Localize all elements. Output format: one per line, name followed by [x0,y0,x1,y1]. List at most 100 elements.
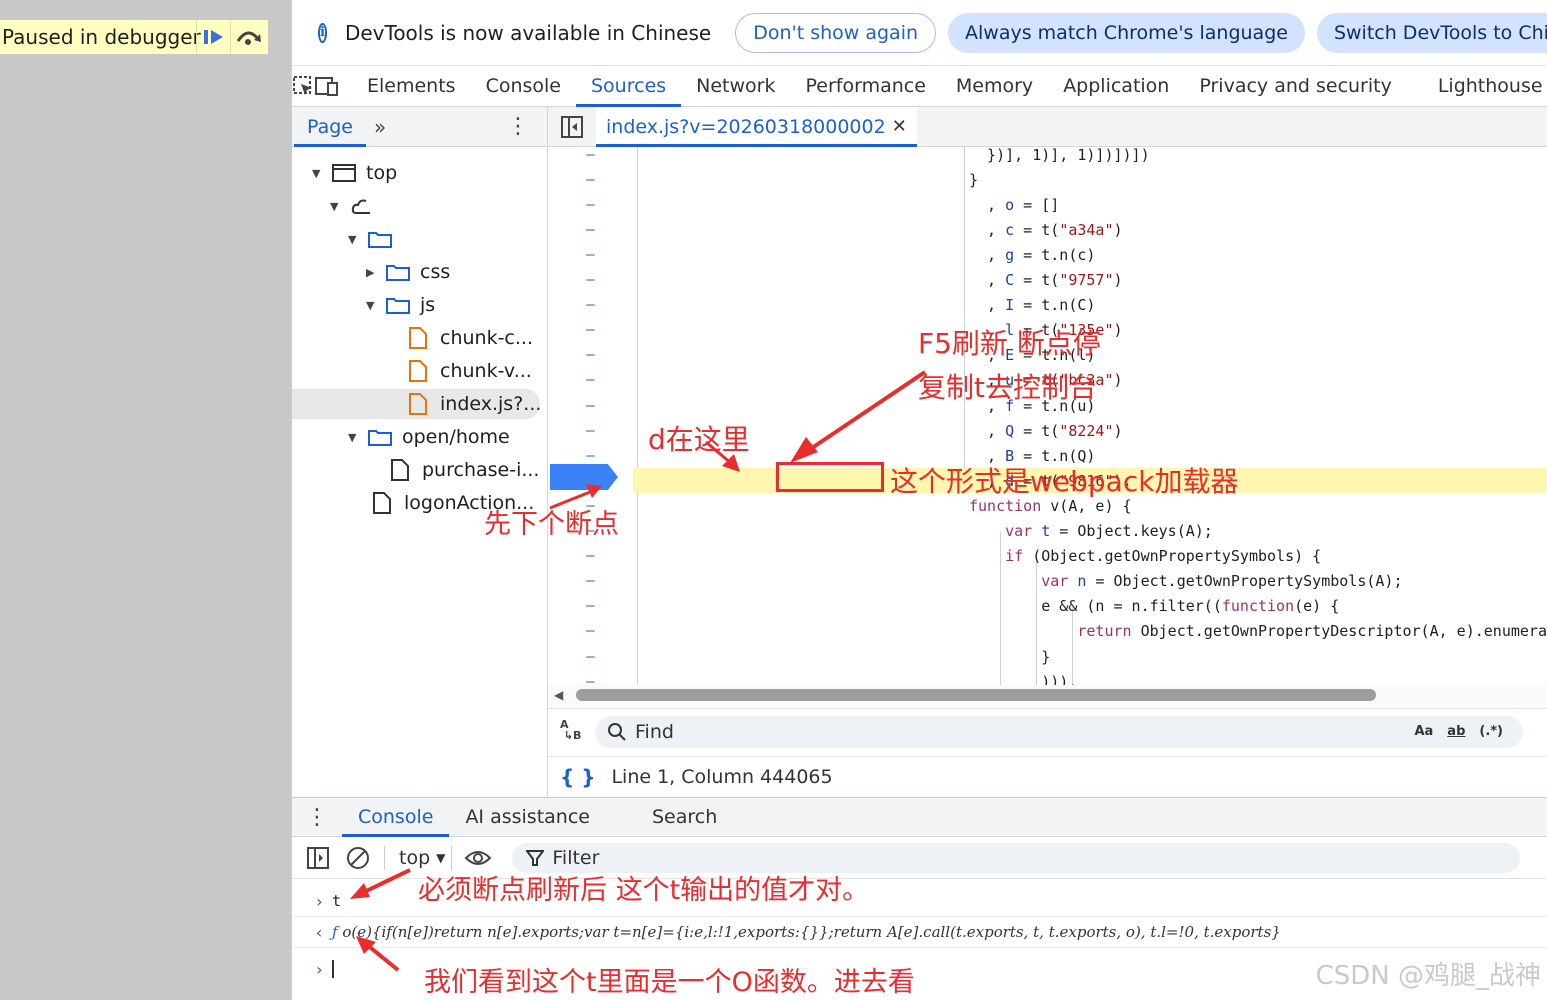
collapse-triangle-icon: ▶ [366,265,375,279]
clear-console-button[interactable] [338,846,378,870]
code-line[interactable]: – , I = t.n(C) [548,293,1547,318]
drawer-tab-search[interactable]: Search [636,797,733,837]
drawer-menu-icon[interactable]: ⋮ [292,805,342,830]
code-line[interactable]: – e && (n = n.filter((function(e) { [548,594,1547,619]
editor-file-tab[interactable]: index.js?v=20260318000002 ✕ [596,106,917,147]
code-line[interactable]: – var t = Object.keys(A); [548,519,1547,544]
tab-lighthouse[interactable]: Lighthouse [1423,66,1547,107]
match-case-button[interactable]: Aa [1414,724,1433,739]
editor-status-bar: { } Line 1, Column 444065 [548,756,1547,796]
line-gutter[interactable]: – [548,272,633,288]
code-text: var n = Object.getOwnPropertySymbols(A); [1041,572,1403,591]
line-gutter[interactable]: – [548,322,633,338]
tab-application[interactable]: Application [1048,66,1184,107]
line-gutter[interactable]: – [548,147,633,163]
file-tab-label: index.js?v=20260318000002 [606,115,886,138]
toggle-navigator-button[interactable] [548,115,596,138]
regex-button[interactable]: (.*) [1479,724,1503,739]
tree-item-folder[interactable]: ▼ [348,224,402,254]
context-value: top [399,846,431,869]
watermark: CSDN @鸡腿_战神 [1315,961,1541,991]
line-gutter[interactable]: – [548,448,633,464]
line-gutter[interactable]: – [548,674,633,685]
tree-item-purchase[interactable]: purchase-i... [388,455,539,485]
pretty-print-icon[interactable]: { } [560,765,595,789]
tree-item-chunk-c[interactable]: chunk-c... [406,323,533,353]
drawer-tab-ai-assistance[interactable]: AI assistance [449,797,606,837]
code-line[interactable]: – } [548,644,1547,669]
folder-icon [386,295,410,315]
tree-item-css[interactable]: ▶ css [366,257,450,287]
live-expression-button[interactable] [458,848,498,868]
line-gutter[interactable]: – [548,222,633,238]
switch-to-chinese-button[interactable]: Switch DevTools to Chinese [1316,12,1547,53]
code-editor[interactable]: – })], 1)], 1)])])]) –} – , o = [] – , c = … [548,147,1547,685]
replace-toggle-icon[interactable]: A ↳B [560,719,581,741]
line-gutter[interactable]: – [548,172,633,188]
code-line[interactable]: – , C = t("9757") [548,268,1547,293]
code-line[interactable]: –} [548,167,1547,192]
code-line[interactable]: – })], 1)], 1)])])]) [548,147,1547,167]
tab-network[interactable]: Network [681,66,790,107]
code-text: })], 1)], 1)])])]) [969,147,1150,164]
line-gutter[interactable]: – [548,347,633,363]
horizontal-scrollbar[interactable]: ◀ [548,685,1547,705]
line-gutter[interactable]: – [548,598,633,614]
breakpoint-marker[interactable] [550,464,618,490]
console-result[interactable]: ƒ o(e){if(n[e])return n[e].exports;var t… [332,923,1281,941]
step-over-button[interactable] [230,20,264,54]
tab-memory[interactable]: Memory [941,66,1048,107]
cursor-position: Line 1, Column 444065 [611,765,833,788]
resume-button[interactable] [196,20,230,54]
drawer-tab-console[interactable]: Console [342,797,450,837]
code-line[interactable]: – return Object.getOwnPropertyDescriptor… [548,619,1547,644]
function-glyph: ƒ [332,923,338,941]
tab-performance[interactable]: Performance [791,66,941,107]
context-selector[interactable]: top ▼ [399,847,445,869]
tab-privacy-security[interactable]: Privacy and security [1184,66,1406,107]
line-gutter[interactable]: – [548,197,633,213]
more-tabs-icon[interactable]: » [374,115,386,139]
whole-word-button[interactable]: ab [1447,724,1465,739]
code-line[interactable]: – , c = t("a34a") [548,217,1547,242]
line-gutter[interactable]: – [548,297,633,313]
code-line[interactable]: – , g = t.n(c) [548,242,1547,267]
tab-console[interactable]: Console [471,66,576,107]
console-result-line[interactable]: ‹ ƒ o(e){if(n[e])return n[e].exports;var… [292,916,1547,948]
always-match-language-button[interactable]: Always match Chrome's language [948,12,1305,53]
code-line[interactable]: – ))), [548,669,1547,685]
line-gutter[interactable]: – [548,649,633,665]
tree-label: chunk-c... [440,327,533,349]
js-file-icon [406,327,430,349]
inspect-element-button[interactable] [292,66,314,107]
line-gutter[interactable]: – [548,398,633,414]
code-line[interactable]: – if (Object.getOwnPropertySymbols) { [548,544,1547,569]
line-gutter[interactable]: – [548,247,633,263]
tree-item-js[interactable]: ▼ js [366,290,435,320]
code-line[interactable]: – , o = [] [548,192,1547,217]
tree-item-open-home[interactable]: ▼ open/home [348,422,510,452]
code-line[interactable]: – var n = Object.getOwnPropertySymbols(A… [548,569,1547,594]
line-gutter[interactable]: – [548,423,633,439]
scroll-left-icon[interactable]: ◀ [554,688,563,702]
tree-item-chunk-v[interactable]: chunk-v... [406,356,532,386]
find-input[interactable]: Find Aa ab (.*) [595,715,1523,748]
navigator-menu-icon[interactable]: ⋮ [507,114,529,139]
tree-item-index-js[interactable]: index.js?... [406,389,541,419]
annotation-set-breakpoint: 先下个断点 [484,509,619,540]
device-toolbar-button[interactable] [314,66,340,107]
scrollbar-thumb[interactable] [576,689,1376,701]
tree-item-top[interactable]: ▼ top [312,158,397,188]
console-sidebar-button[interactable] [298,846,338,869]
dont-show-again-button[interactable]: Don't show again [735,12,937,53]
line-gutter[interactable]: – [548,623,633,639]
tab-elements[interactable]: Elements [352,66,471,107]
line-gutter[interactable]: – [548,548,633,564]
tree-item-origin[interactable]: ▼ [330,191,384,221]
tab-sources[interactable]: Sources [576,66,682,107]
step-over-icon [236,31,261,45]
line-gutter[interactable]: – [548,372,633,388]
close-icon[interactable]: ✕ [892,116,907,137]
tab-page[interactable]: Page [292,107,368,147]
line-gutter[interactable]: – [548,573,633,589]
